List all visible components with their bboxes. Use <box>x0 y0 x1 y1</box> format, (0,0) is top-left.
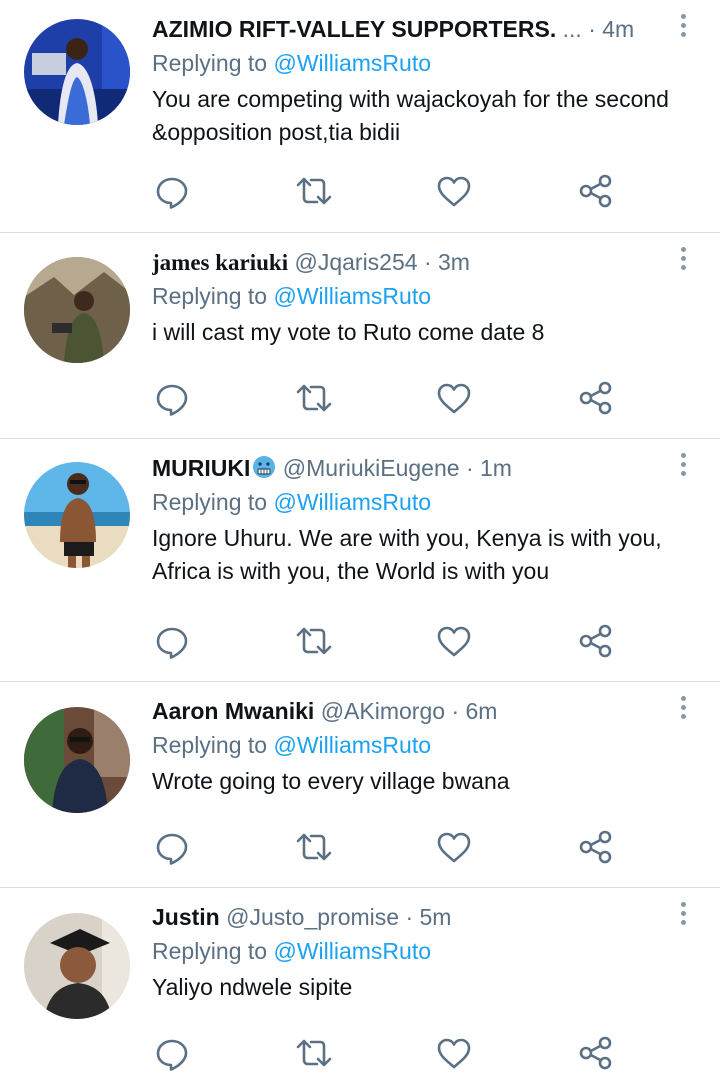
reply-icon[interactable] <box>152 827 192 867</box>
like-icon[interactable] <box>434 1033 474 1073</box>
user-handle[interactable]: @MuriukiEugene <box>283 455 460 481</box>
tweet-text: You are competing with wajackoyah for th… <box>152 86 669 145</box>
tweet-text: Ignore Uhuru. We are with you, Kenya is … <box>152 525 662 584</box>
share-icon[interactable] <box>576 827 616 867</box>
retweet-icon[interactable] <box>294 171 334 211</box>
user-handle[interactable]: @AKimorgo <box>321 698 445 724</box>
timestamp[interactable]: 1m <box>480 455 512 481</box>
replying-prefix: Replying to <box>152 50 268 76</box>
tweet-header: Aaron Mwaniki @AKimorgo · 6m <box>152 694 660 728</box>
display-name[interactable]: Aaron Mwaniki <box>152 698 314 724</box>
reply-icon[interactable] <box>152 1033 192 1073</box>
reply-icon[interactable] <box>152 621 192 661</box>
share-icon[interactable] <box>576 1033 616 1073</box>
user-handle[interactable]: @Jqaris254 <box>294 249 417 275</box>
tweet-actions <box>152 827 622 867</box>
separator-dot: · <box>451 698 460 724</box>
tweet-header: AZIMIO RIFT-VALLEY SUPPORTERS. ... · 4m <box>152 12 660 46</box>
display-name[interactable]: james kariuki <box>152 250 288 275</box>
reply-icon[interactable] <box>152 378 192 418</box>
tweet-actions <box>152 171 622 211</box>
tweet-header: james kariuki @Jqaris254 · 3m <box>152 245 660 279</box>
replying-prefix: Replying to <box>152 489 268 515</box>
avatar[interactable] <box>24 707 130 813</box>
timestamp[interactable]: 5m <box>420 904 452 930</box>
separator-dot: · <box>423 249 432 275</box>
mention-link[interactable]: @WilliamsRuto <box>273 732 431 758</box>
avatar[interactable] <box>24 19 130 125</box>
reply-icon[interactable] <box>152 171 192 211</box>
replying-to: Replying to @WilliamsRuto <box>152 729 431 761</box>
retweet-icon[interactable] <box>294 621 334 661</box>
like-icon[interactable] <box>434 171 474 211</box>
replying-prefix: Replying to <box>152 732 268 758</box>
like-icon[interactable] <box>434 378 474 418</box>
timestamp[interactable]: 3m <box>438 249 470 275</box>
tweet-text: Wrote going to every village bwana <box>152 768 510 794</box>
tweet-text: i will cast my vote to Ruto come date 8 <box>152 319 545 345</box>
tweet-actions <box>152 1033 622 1073</box>
display-name[interactable]: MURIUKI <box>152 455 250 481</box>
retweet-icon[interactable] <box>294 827 334 867</box>
tweet-actions <box>152 378 622 418</box>
tweet-header: Justin @Justo_promise · 5m <box>152 900 660 934</box>
timestamp[interactable]: 6m <box>466 698 498 724</box>
more-options-icon[interactable] <box>676 247 690 277</box>
cold-face-emoji-icon <box>252 454 276 478</box>
retweet-icon[interactable] <box>294 1033 334 1073</box>
separator-dot: · <box>405 904 414 930</box>
like-icon[interactable] <box>434 827 474 867</box>
retweet-icon[interactable] <box>294 378 334 418</box>
separator-dot: · <box>465 455 474 481</box>
replying-to: Replying to @WilliamsRuto <box>152 486 431 518</box>
name-ellipsis: ... <box>562 16 582 42</box>
avatar[interactable] <box>24 257 130 363</box>
tweet-item[interactable]: Justin @Justo_promise · 5m Replying to @… <box>0 888 720 1087</box>
mention-link[interactable]: @WilliamsRuto <box>273 50 431 76</box>
tweet-item[interactable]: Aaron Mwaniki @AKimorgo · 6m Replying to… <box>0 682 720 888</box>
share-icon[interactable] <box>576 378 616 418</box>
replying-to: Replying to @WilliamsRuto <box>152 280 431 312</box>
mention-link[interactable]: @WilliamsRuto <box>273 489 431 515</box>
tweet-item[interactable]: james kariuki @Jqaris254 · 3m Replying t… <box>0 233 720 439</box>
tweet-header: MURIUKI @MuriukiEugene · 1m <box>152 451 660 485</box>
share-icon[interactable] <box>576 171 616 211</box>
avatar[interactable] <box>24 462 130 568</box>
tweet-actions <box>152 621 622 661</box>
share-icon[interactable] <box>576 621 616 661</box>
user-handle[interactable]: @Justo_promise <box>226 904 399 930</box>
separator-dot: · <box>588 16 596 42</box>
mention-link[interactable]: @WilliamsRuto <box>273 938 431 964</box>
tweet-text: Yaliyo ndwele sipite <box>152 974 353 1000</box>
more-options-icon[interactable] <box>676 14 690 44</box>
mention-link[interactable]: @WilliamsRuto <box>273 283 431 309</box>
tweet-item[interactable]: AZIMIO RIFT-VALLEY SUPPORTERS. ... · 4m … <box>0 0 720 233</box>
more-options-icon[interactable] <box>676 453 690 483</box>
avatar[interactable] <box>24 913 130 1019</box>
like-icon[interactable] <box>434 621 474 661</box>
replying-to: Replying to @WilliamsRuto <box>152 935 431 967</box>
timestamp[interactable]: 4m <box>602 16 634 42</box>
display-name[interactable]: Justin <box>152 904 220 930</box>
more-options-icon[interactable] <box>676 902 690 932</box>
replying-to: Replying to @WilliamsRuto <box>152 47 431 79</box>
replying-prefix: Replying to <box>152 938 268 964</box>
more-options-icon[interactable] <box>676 696 690 726</box>
tweet-item[interactable]: MURIUKI @MuriukiEugene · 1m Replying to … <box>0 439 720 682</box>
display-name[interactable]: AZIMIO RIFT-VALLEY SUPPORTERS. <box>152 16 556 42</box>
replying-prefix: Replying to <box>152 283 268 309</box>
